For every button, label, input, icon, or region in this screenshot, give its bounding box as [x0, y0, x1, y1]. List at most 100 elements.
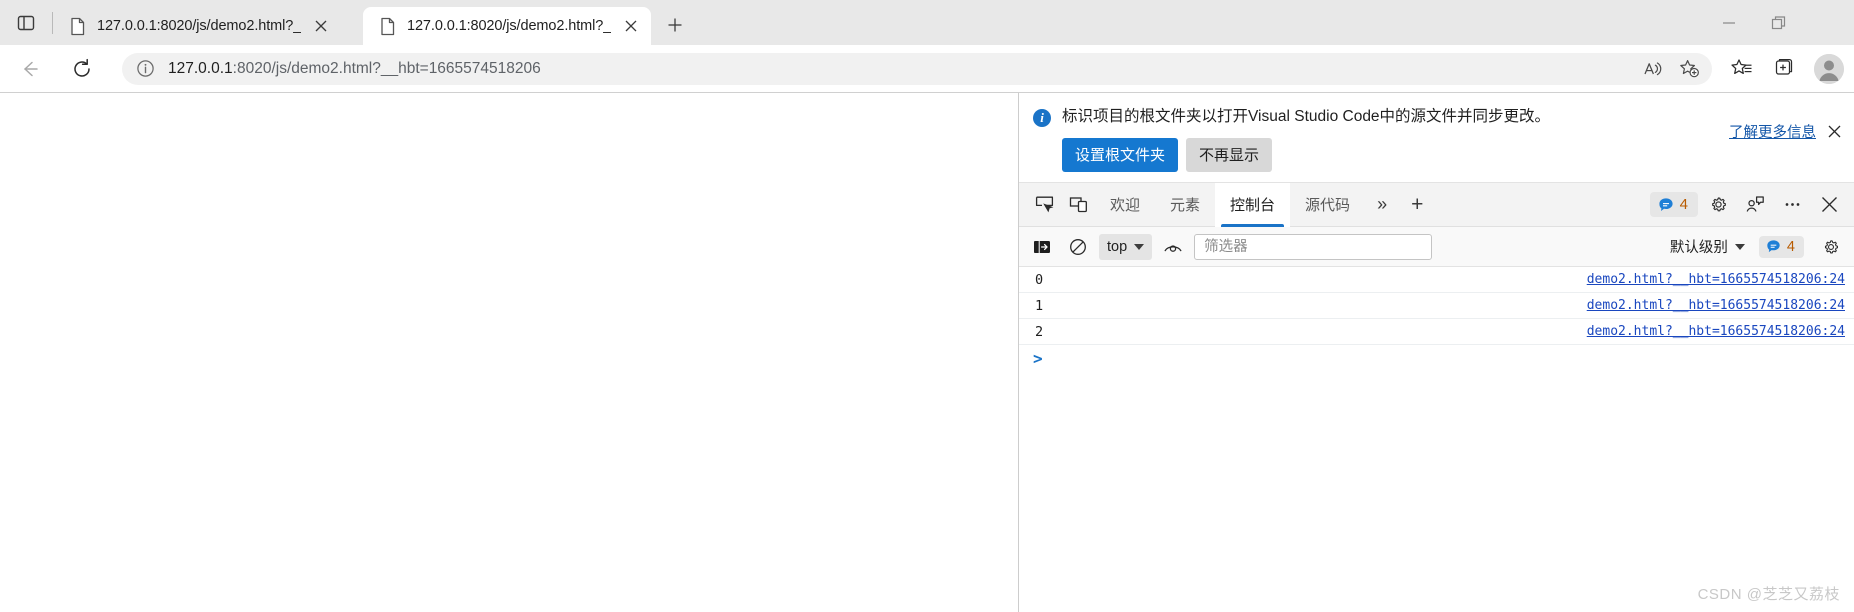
chevron-down-icon — [1134, 243, 1145, 250]
console-context-value: top — [1107, 238, 1128, 255]
console-settings-button[interactable] — [1816, 233, 1846, 261]
devtools-tabs-overflow-button[interactable]: » — [1365, 183, 1399, 227]
infobar-actions: 了解更多信息 — [1729, 121, 1842, 142]
infobar-message: 标识项目的根文件夹以打开Visual Studio Code中的源文件并同步更改… — [1062, 108, 1551, 125]
reload-icon — [71, 58, 93, 80]
console-filter-input[interactable] — [1194, 233, 1433, 260]
console-toolbar: top 默认级别 — [1019, 227, 1854, 267]
page-viewport — [0, 92, 1018, 612]
clear-console-button[interactable] — [1063, 233, 1093, 261]
tab-strip: 127.0.0.1:8020/js/demo2.html?_ 127.0.0.1… — [0, 0, 1854, 45]
devtools-settings-button[interactable] — [1701, 189, 1735, 221]
inspect-element-button[interactable] — [1027, 189, 1061, 221]
devtools-panel: i 标识项目的根文件夹以打开Visual Studio Code中的源文件并同步… — [1018, 92, 1854, 612]
console-log-source-link[interactable]: demo2.html?__hbt=1665574518206:24 — [1587, 324, 1845, 339]
devtools-issues-badge[interactable]: 4 — [1649, 192, 1698, 217]
favorites-icon — [1731, 58, 1753, 79]
devtools-tabbar-actions: 4 — [1649, 189, 1854, 221]
address-bar[interactable]: 127.0.0.1:8020/js/demo2.html?__hbt=16655… — [122, 52, 1712, 85]
devtools-tab-console-label: 控制台 — [1230, 197, 1276, 214]
devtools-infobar: i 标识项目的根文件夹以打开Visual Studio Code中的源文件并同步… — [1019, 93, 1854, 183]
devtools-tab-elements[interactable]: 元素 — [1155, 183, 1215, 227]
add-favorite-button[interactable] — [1672, 55, 1706, 83]
dont-show-again-button[interactable]: 不再显示 — [1186, 138, 1273, 172]
read-aloud-icon — [1643, 60, 1663, 78]
console-settings-gear-icon — [1822, 238, 1840, 256]
device-emulation-button[interactable] — [1061, 189, 1095, 221]
devtools-tab-sources[interactable]: 源代码 — [1290, 183, 1365, 227]
devtools-tab-welcome[interactable]: 欢迎 — [1095, 183, 1155, 227]
devtools-feedback-button[interactable] — [1738, 189, 1772, 221]
devtools-tab-welcome-label: 欢迎 — [1110, 197, 1141, 214]
collections-button[interactable] — [1764, 51, 1804, 87]
console-context-selector[interactable]: top — [1099, 233, 1153, 260]
devtools-issues-count: 4 — [1679, 196, 1688, 213]
minimize-icon — [1722, 16, 1736, 30]
restore-icon — [1771, 15, 1787, 31]
issues-message-icon — [1658, 197, 1674, 213]
collections-icon — [1773, 58, 1795, 79]
devtools-tab-elements-label: 元素 — [1170, 197, 1201, 214]
browser-tab-1-close-button[interactable] — [307, 12, 335, 40]
back-arrow-icon — [19, 58, 41, 80]
devtools-tab-sources-label: 源代码 — [1305, 197, 1351, 214]
window-minimize-button[interactable] — [1704, 0, 1754, 45]
live-expression-button[interactable] — [1158, 233, 1188, 261]
page-icon — [377, 16, 397, 36]
console-log-source-link[interactable]: demo2.html?__hbt=1665574518206:24 — [1587, 272, 1845, 287]
navigation-toolbar: 127.0.0.1:8020/js/demo2.html?__hbt=16655… — [0, 45, 1854, 92]
console-log-level-selector[interactable]: 默认级别 — [1662, 234, 1753, 260]
browser-tab-2[interactable]: 127.0.0.1:8020/js/demo2.html?_ — [363, 7, 651, 45]
address-bar-path: :8020/js/demo2.html?__hbt=1665574518206 — [232, 59, 541, 77]
window-controls — [1704, 0, 1854, 45]
favorites-button[interactable] — [1722, 51, 1762, 87]
chevron-double-right-icon: » — [1377, 194, 1388, 214]
devtools-more-options-button[interactable] — [1775, 189, 1809, 221]
browser-tab-1[interactable]: 127.0.0.1:8020/js/demo2.html?_ — [53, 7, 363, 45]
console-prompt-caret-icon: > — [1033, 348, 1043, 368]
console-prompt[interactable]: > — [1019, 345, 1854, 371]
console-log-row[interactable]: 2 demo2.html?__hbt=1665574518206:24 — [1019, 319, 1854, 345]
browser-window: 127.0.0.1:8020/js/demo2.html?_ 127.0.0.1… — [0, 0, 1854, 612]
console-log-row[interactable]: 1 demo2.html?__hbt=1665574518206:24 — [1019, 293, 1854, 319]
address-bar-host: 127.0.0.1 — [168, 59, 233, 77]
window-restore-button[interactable] — [1754, 0, 1804, 45]
console-log-message: 1 — [1035, 297, 1044, 314]
console-issues-badge[interactable]: 4 — [1758, 235, 1804, 258]
browser-tab-1-title: 127.0.0.1:8020/js/demo2.html?_ — [97, 18, 302, 34]
close-devtools-icon — [1821, 196, 1838, 213]
console-log-message: 2 — [1035, 323, 1044, 340]
devtools-close-button[interactable] — [1812, 189, 1846, 221]
browser-tab-2-close-button[interactable] — [617, 12, 645, 40]
address-bar-url: 127.0.0.1:8020/js/demo2.html?__hbt=16655… — [168, 60, 1636, 78]
back-button[interactable] — [8, 51, 52, 87]
read-aloud-button[interactable] — [1636, 55, 1670, 83]
chevron-down-icon — [1734, 243, 1745, 250]
inspect-element-icon — [1035, 195, 1054, 214]
address-bar-actions — [1636, 55, 1706, 83]
reload-button[interactable] — [60, 51, 104, 87]
plus-icon: + — [1411, 192, 1424, 216]
console-log-row[interactable]: 0 demo2.html?__hbt=1665574518206:24 — [1019, 267, 1854, 293]
site-information-icon[interactable] — [130, 56, 160, 82]
console-log-source-link[interactable]: demo2.html?__hbt=1665574518206:24 — [1587, 298, 1845, 313]
add-favorite-icon — [1679, 59, 1700, 79]
learn-more-link[interactable]: 了解更多信息 — [1729, 121, 1816, 142]
close-icon — [1823, 17, 1835, 29]
console-sidebar-button[interactable] — [1027, 233, 1057, 261]
feedback-icon — [1745, 195, 1765, 214]
device-emulation-icon — [1069, 195, 1088, 214]
console-sidebar-icon — [1033, 239, 1051, 255]
devtools-tab-console[interactable]: 控制台 — [1215, 182, 1291, 227]
profile-button[interactable] — [1814, 53, 1844, 84]
console-message-list[interactable]: 0 demo2.html?__hbt=1665574518206:24 1 de… — [1019, 267, 1854, 612]
set-root-folder-button[interactable]: 设置根文件夹 — [1062, 138, 1179, 172]
plus-icon — [667, 17, 683, 33]
devtools-add-panel-button[interactable]: + — [1399, 183, 1435, 227]
new-tab-button[interactable] — [657, 8, 693, 42]
tab-actions-icon — [16, 13, 36, 33]
browser-toolbar-actions — [1722, 51, 1854, 87]
tab-actions-button[interactable] — [0, 0, 52, 45]
csdn-watermark: CSDN @芝芝又荔枝 — [1697, 586, 1840, 603]
infobar-close-button[interactable] — [1826, 124, 1842, 140]
